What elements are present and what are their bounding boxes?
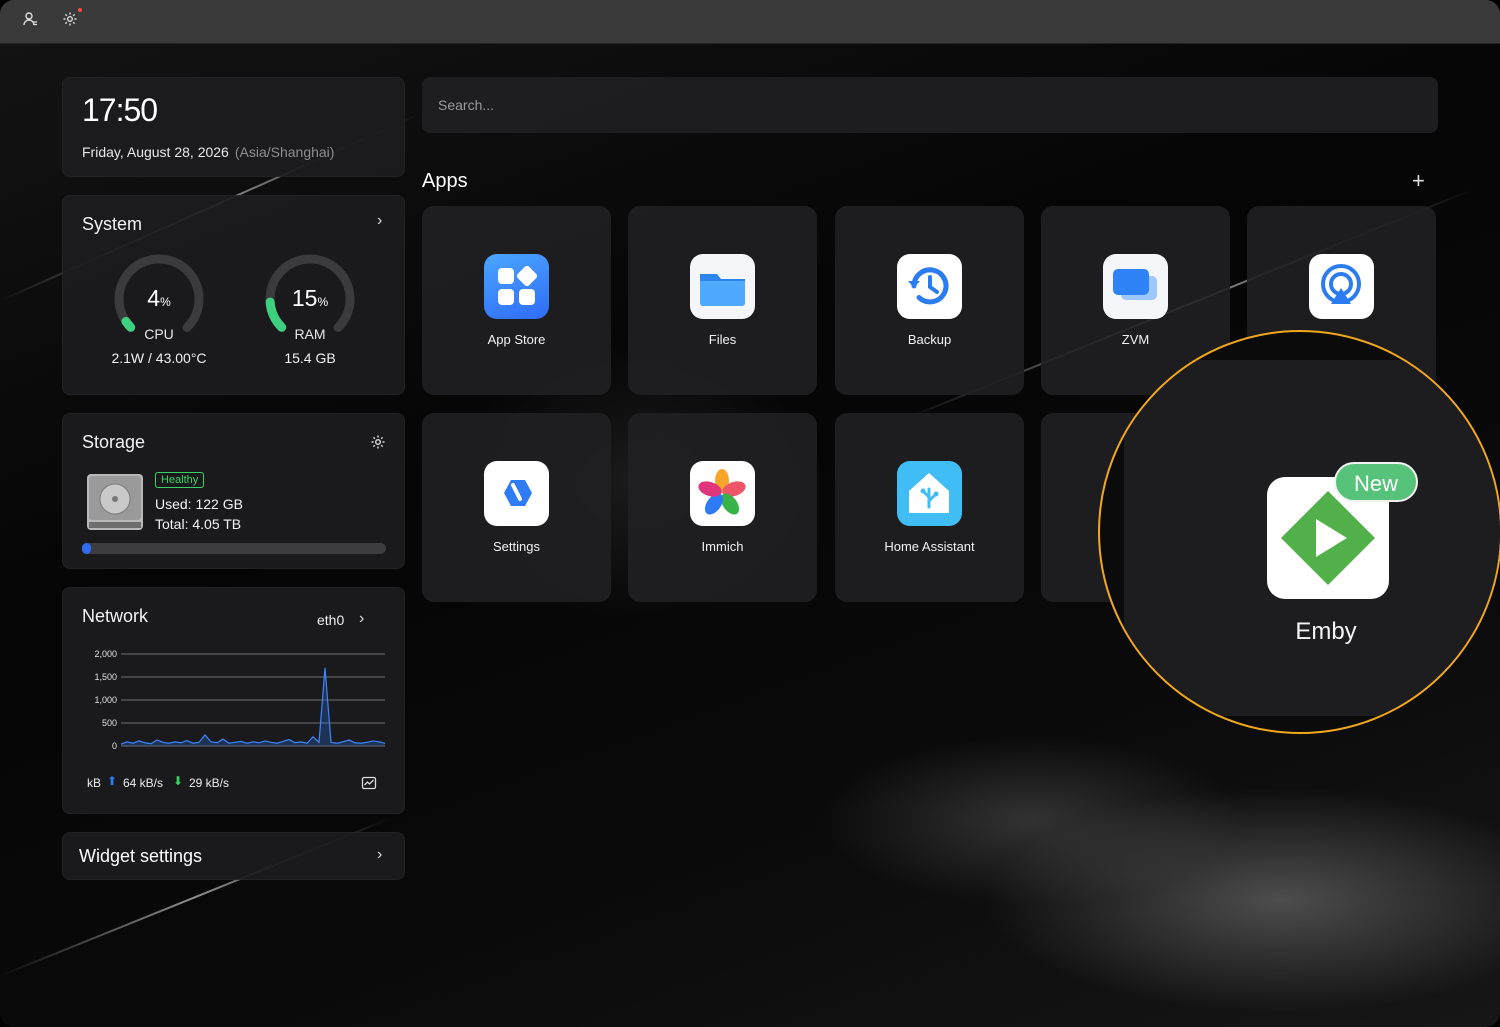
apps-section-title: Apps — [422, 170, 468, 192]
settings-app-icon — [484, 461, 549, 526]
y-tick-label: 2,000 — [94, 649, 117, 659]
home-assistant-icon — [897, 461, 962, 526]
chevron-right-icon: › — [377, 846, 383, 863]
backup-icon — [897, 254, 962, 319]
network-series-area — [121, 667, 385, 746]
health-badge: Healthy — [155, 472, 205, 488]
gear-icon[interactable] — [60, 11, 80, 31]
app-tile-backup[interactable]: Backup — [835, 206, 1024, 395]
desktop-background: 17:50 Friday, August 28, 2026 (Asia/Shang… — [0, 0, 1500, 1027]
app-label: Home Assistant — [884, 539, 975, 554]
chevron-right-icon[interactable]: › — [359, 610, 364, 628]
widget-settings-label: Widget settings — [79, 846, 203, 866]
notification-dot — [78, 8, 82, 12]
app-tile-files[interactable]: Files — [628, 206, 817, 395]
hard-drive-icon — [87, 474, 143, 530]
clock-time: 17:50 — [82, 92, 158, 128]
immich-icon — [690, 461, 755, 526]
storage-total: Total: 4.05 TB — [155, 516, 242, 532]
app-store-icon — [484, 254, 549, 319]
ram-detail: 15.4 GB — [284, 350, 336, 366]
storage-widget[interactable]: Storage Healthy Used: 122 GB Total: 4.05… — [62, 413, 405, 569]
emby-label: Emby — [1295, 618, 1357, 645]
network-title: Network — [82, 606, 149, 626]
app-tile-settings[interactable]: Settings — [422, 413, 611, 602]
app-tile-app-store[interactable]: App Store — [422, 206, 611, 395]
search-bar[interactable] — [422, 77, 1438, 133]
folder-icon — [690, 254, 755, 319]
broadcast-icon — [1309, 254, 1374, 319]
chart-toggle-icon[interactable] — [361, 775, 377, 796]
cpu-percent: 4 — [147, 285, 161, 311]
upload-arrow-icon: ⬆ — [107, 774, 118, 788]
widget-settings-button[interactable]: Widget settings › — [62, 832, 405, 880]
upload-rate: 64 kB/s — [123, 776, 164, 790]
timezone-text: (Asia/Shanghai) — [234, 144, 335, 160]
app-label: Settings — [493, 539, 540, 554]
new-badge: New — [1334, 462, 1418, 502]
app-tile-immich[interactable]: Immich — [628, 413, 817, 602]
storage-usage-bar — [82, 543, 386, 554]
chevron-right-icon[interactable]: › — [377, 212, 382, 230]
ram-value: 15% — [260, 285, 360, 312]
cpu-detail: 2.1W / 43.00°C — [111, 350, 207, 366]
network-chart: 2,000 1,500 1,000 500 0 — [94, 649, 386, 751]
app-label: Immich — [701, 539, 744, 554]
cpu-unit: % — [160, 295, 171, 309]
app-label: App Store — [487, 332, 546, 347]
y-tick-label: 1,000 — [94, 695, 117, 705]
storage-settings-icon[interactable] — [370, 434, 386, 455]
top-bar — [0, 0, 1500, 44]
user-icon[interactable] — [20, 11, 40, 31]
ram-percent: 15 — [291, 285, 318, 311]
system-title: System — [82, 214, 143, 234]
y-tick-label: 500 — [102, 718, 117, 728]
app-label: Backup — [907, 332, 952, 347]
y-tick-label: 0 — [112, 741, 117, 751]
clock-date: Friday, August 28, 2026 (Asia/Shanghai) — [82, 144, 334, 160]
app-tile-home-assistant[interactable]: Home Assistant — [835, 413, 1024, 602]
cpu-value: 4% — [109, 285, 209, 312]
emby-tile-zoomed[interactable]: New Emby — [1124, 360, 1500, 716]
cpu-label: CPU — [144, 326, 174, 342]
y-tick-label: 1,500 — [94, 672, 117, 682]
clock-widget: 17:50 Friday, August 28, 2026 (Asia/Shang… — [62, 77, 405, 177]
storage-used: Used: 122 GB — [155, 496, 243, 512]
network-interface[interactable]: eth0 — [317, 612, 344, 628]
download-arrow-icon: ⬇ — [173, 774, 184, 788]
search-input[interactable] — [422, 77, 1438, 133]
date-text: Friday, August 28, 2026 — [82, 144, 229, 160]
storage-usage-fill — [82, 543, 92, 554]
network-unit: kB — [87, 776, 102, 790]
storage-title: Storage — [82, 432, 146, 452]
network-series-line — [120, 667, 386, 745]
network-widget[interactable]: Network eth0 › 2,000 1,500 1,000 500 0 kB ⬆ … — [62, 587, 405, 814]
app-label: Files — [708, 332, 737, 347]
add-app-button[interactable]: + — [1412, 168, 1425, 194]
zvm-icon — [1103, 254, 1168, 319]
ram-unit: % — [317, 295, 329, 309]
app-label: ZVM — [1121, 332, 1150, 347]
highlight-magnifier: New Emby — [1098, 330, 1500, 734]
ram-label: RAM — [294, 326, 326, 342]
system-widget[interactable]: System › 4% CPU 2.1W / 43.00°C 15% RAM 1… — [62, 195, 405, 395]
download-rate: 29 kB/s — [189, 776, 230, 790]
